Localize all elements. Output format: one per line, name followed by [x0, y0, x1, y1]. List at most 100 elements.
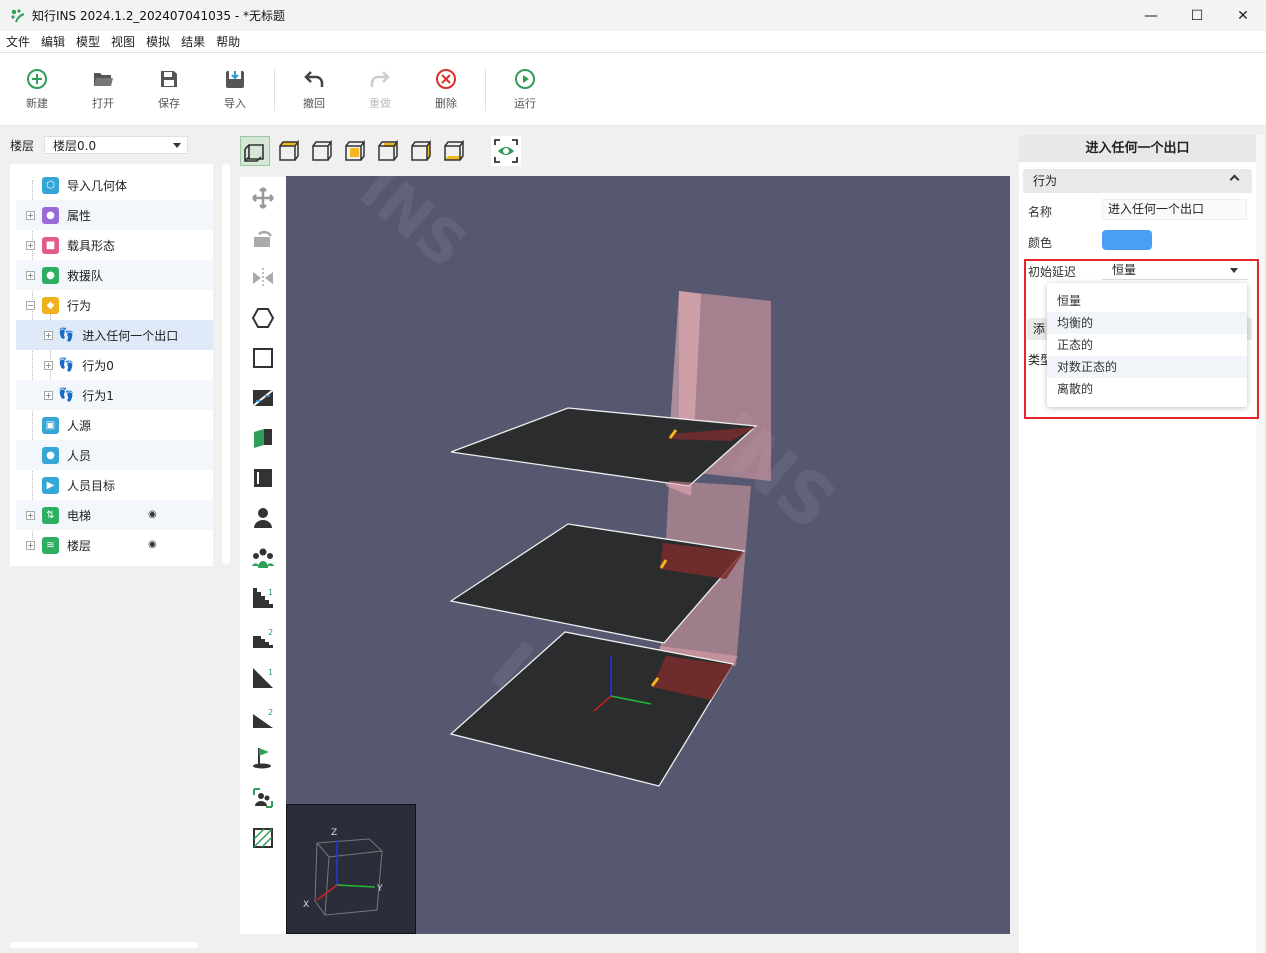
- tree-item-vehicle-form[interactable]: + ■ 载具形态: [16, 230, 213, 260]
- menu-bar: 文件 编辑 模型 视图 模拟 结果 帮助: [0, 31, 1266, 53]
- menu-results[interactable]: 结果: [181, 33, 205, 50]
- move-arrows-icon: [252, 187, 274, 209]
- rectangle-tool[interactable]: [250, 345, 276, 371]
- toolbar-divider: [274, 69, 275, 111]
- area-tool[interactable]: [250, 825, 276, 851]
- app-logo-icon: [10, 8, 26, 24]
- view-right-button[interactable]: [406, 136, 436, 166]
- layers-icon: ≋: [42, 536, 59, 554]
- floor-select[interactable]: 楼层0.0: [44, 136, 188, 154]
- panel-scrollbar[interactable]: [1256, 135, 1264, 953]
- save-button[interactable]: 保存: [144, 67, 194, 111]
- elevator-icon: ⇅: [42, 506, 59, 524]
- open-button[interactable]: 打开: [78, 67, 128, 111]
- color-picker[interactable]: [1102, 230, 1152, 250]
- obstacle-tool[interactable]: [250, 465, 276, 491]
- mirror-tool[interactable]: [250, 265, 276, 291]
- tree-item-import-geometry[interactable]: ⬡ 导入几何体: [16, 170, 213, 200]
- rotate-tool[interactable]: [250, 225, 276, 251]
- behavior-section-header[interactable]: 行为: [1023, 169, 1252, 193]
- tree-item-people-target[interactable]: ▶ 人员目标: [16, 470, 213, 500]
- menu-edit[interactable]: 编辑: [41, 33, 65, 50]
- person-tool[interactable]: [250, 505, 276, 531]
- wall-tool[interactable]: [250, 385, 276, 411]
- ramp-1-tool[interactable]: 1: [250, 665, 276, 691]
- footprints-icon: 👣: [58, 357, 75, 373]
- person-icon: [254, 508, 272, 528]
- people-source-icon: [253, 788, 273, 808]
- view-front-button[interactable]: [307, 136, 337, 166]
- visibility-eye-icon[interactable]: ◉: [148, 509, 157, 520]
- undo-button[interactable]: 撤回: [289, 67, 339, 111]
- menu-help[interactable]: 帮助: [216, 33, 240, 50]
- crowd-tool[interactable]: [250, 545, 276, 571]
- delete-button[interactable]: 删除: [421, 67, 471, 111]
- name-input[interactable]: 进入任何一个出口: [1102, 199, 1247, 220]
- svg-text:1: 1: [268, 668, 273, 677]
- tree-item-attributes[interactable]: + ● 属性: [16, 200, 213, 230]
- menu-file[interactable]: 文件: [6, 33, 30, 50]
- expand-plus-icon[interactable]: +: [44, 360, 53, 370]
- tree-item-people[interactable]: ● 人员: [16, 440, 213, 470]
- ramp-2-tool[interactable]: 2: [250, 705, 276, 731]
- maximize-button[interactable]: ☐: [1174, 0, 1220, 31]
- minimize-button[interactable]: —: [1128, 0, 1174, 31]
- rotate-icon: [254, 230, 273, 247]
- collapse-minus-icon[interactable]: −: [26, 300, 35, 310]
- play-circle-icon: [513, 67, 537, 91]
- expand-plus-icon[interactable]: +: [44, 390, 53, 400]
- view-left-button[interactable]: [373, 136, 403, 166]
- expand-plus-icon[interactable]: +: [44, 330, 53, 340]
- hatched-area-icon: [253, 828, 273, 848]
- view-top-button[interactable]: [274, 136, 304, 166]
- run-button[interactable]: 运行: [500, 67, 550, 111]
- polygon-tool[interactable]: [250, 305, 276, 331]
- expand-plus-icon[interactable]: +: [26, 540, 35, 550]
- menu-view[interactable]: 视图: [111, 33, 135, 50]
- close-button[interactable]: ✕: [1220, 0, 1266, 31]
- expand-plus-icon[interactable]: +: [26, 510, 35, 520]
- expand-plus-icon[interactable]: +: [26, 270, 35, 280]
- menu-simulate[interactable]: 模拟: [146, 33, 170, 50]
- stairs-1-tool[interactable]: 1: [250, 585, 276, 611]
- tree-item-elevator[interactable]: + ⇅ 电梯 ◉: [16, 500, 213, 530]
- tree-item-floors[interactable]: + ≋ 楼层 ◉: [16, 530, 213, 560]
- orientation-cube[interactable]: Z Y X: [286, 804, 416, 934]
- tree-scrollbar[interactable]: [222, 164, 230, 564]
- tree-item-behavior-0[interactable]: + 👣 行为0: [16, 350, 213, 380]
- view-iso-button[interactable]: [240, 136, 270, 166]
- door-tool[interactable]: [250, 425, 276, 451]
- obstacle-box-icon: [254, 469, 272, 487]
- tree-item-people-source[interactable]: ▣ 人源: [16, 410, 213, 440]
- new-button[interactable]: 新建: [12, 67, 62, 111]
- horizontal-scrollbar[interactable]: [10, 942, 198, 948]
- rescue-team-icon: ●: [42, 266, 59, 284]
- menu-model[interactable]: 模型: [76, 33, 100, 50]
- footprints-icon: ◆: [42, 296, 59, 314]
- stairs-2-tool[interactable]: 2: [250, 625, 276, 651]
- color-label: 颜色: [1028, 236, 1053, 250]
- tree-item-behavior[interactable]: − ◆ 行为: [16, 290, 213, 320]
- move-tool[interactable]: [250, 185, 276, 211]
- import-button[interactable]: 导入: [210, 67, 260, 111]
- hexagon-icon: [251, 308, 275, 328]
- eye-focus-icon: [494, 139, 518, 163]
- panel-title: 进入任何一个出口: [1019, 135, 1256, 162]
- toolbar-divider: [485, 69, 486, 111]
- visibility-toggle-button[interactable]: [491, 136, 521, 166]
- target-tool[interactable]: [250, 745, 276, 771]
- redo-button[interactable]: 重做: [355, 67, 405, 111]
- floor-selector-row: 楼层 楼层0.0: [10, 136, 188, 154]
- person-icon: ●: [42, 446, 59, 464]
- people-source-tool[interactable]: [250, 785, 276, 811]
- view-bottom-button[interactable]: [439, 136, 469, 166]
- tree-item-behavior-exit-any[interactable]: + 👣 进入任何一个出口: [16, 320, 213, 350]
- 3d-viewport[interactable]: INS INS INS: [286, 176, 1010, 934]
- tree-item-rescue-team[interactable]: + ● 救援队: [16, 260, 213, 290]
- visibility-eye-icon[interactable]: ◉: [148, 539, 157, 550]
- tree-item-behavior-1[interactable]: + 👣 行为1: [16, 380, 213, 410]
- expand-plus-icon[interactable]: +: [26, 210, 35, 220]
- cube-bottom-icon: [444, 139, 464, 161]
- view-back-button[interactable]: [340, 136, 370, 166]
- expand-plus-icon[interactable]: +: [26, 240, 35, 250]
